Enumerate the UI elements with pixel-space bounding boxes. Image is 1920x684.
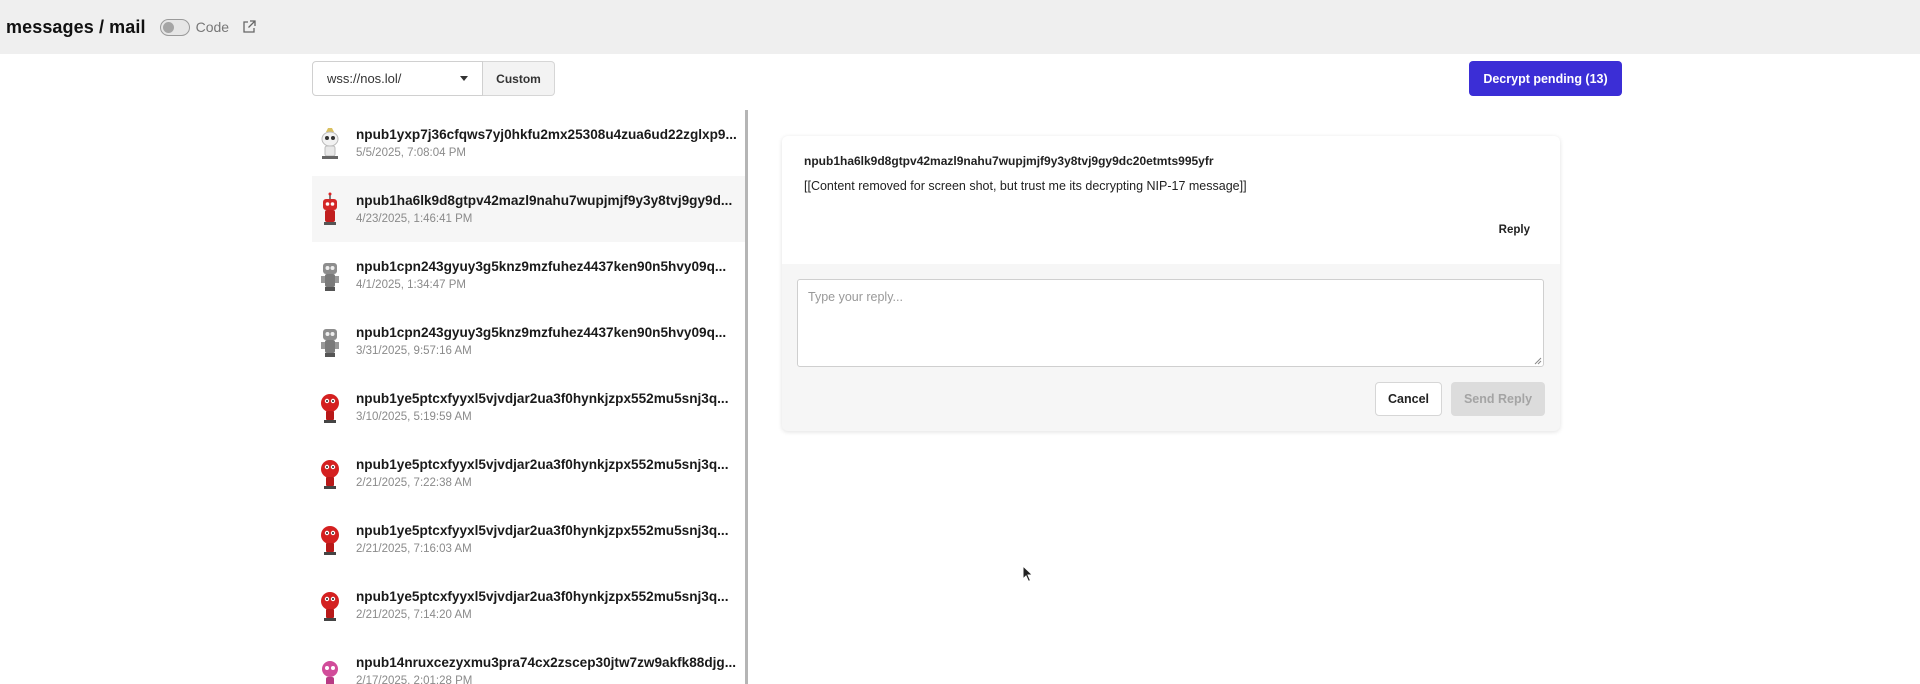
send-reply-button[interactable]: Send Reply <box>1451 382 1545 416</box>
message-date: 2/21/2025, 7:22:38 AM <box>356 477 472 489</box>
cancel-button[interactable]: Cancel <box>1375 382 1442 416</box>
message-list[interactable]: npub1yxp7j36cfqws7yj0hkfu2mx25308u4zua6u… <box>312 110 746 684</box>
avatar <box>318 456 342 492</box>
list-item[interactable]: npub1yxp7j36cfqws7yj0hkfu2mx25308u4zua6u… <box>312 110 746 176</box>
relay-select[interactable]: wss://nos.lol/ <box>312 61 483 96</box>
toggle-knob <box>162 21 174 33</box>
message-date: 2/21/2025, 7:14:20 AM <box>356 609 472 621</box>
message-date: 3/31/2025, 9:57:16 AM <box>356 345 472 357</box>
message-summary: npub1yxp7j36cfqws7yj0hkfu2mx25308u4zua6u… <box>356 126 746 160</box>
message-npub: npub1ye5ptcxfyyxl5vjvdjar2ua3f0hynkjzpx5… <box>356 523 729 538</box>
message-detail-card: npub1ha6lk9d8gtpv42mazl9nahu7wupjmjf9y3y… <box>782 136 1560 431</box>
custom-relay-button[interactable]: Custom <box>483 61 555 96</box>
message-date: 2/17/2025, 2:01:28 PM <box>356 675 473 684</box>
message-date: 2/21/2025, 7:16:03 AM <box>356 543 472 555</box>
message-npub: npub1ye5ptcxfyyxl5vjvdjar2ua3f0hynkjzpx5… <box>356 589 729 604</box>
code-toggle[interactable] <box>159 18 190 36</box>
list-item[interactable]: npub1ye5ptcxfyyxl5vjvdjar2ua3f0hynkjzpx5… <box>312 440 746 506</box>
list-item[interactable]: npub1ye5ptcxfyyxl5vjvdjar2ua3f0hynkjzpx5… <box>312 374 746 440</box>
list-item[interactable]: npub1ye5ptcxfyyxl5vjvdjar2ua3f0hynkjzpx5… <box>312 506 746 572</box>
reply-textarea[interactable] <box>797 279 1544 367</box>
message-summary: npub1cpn243gyuy3g5knz9mzfuhez4437ken90n5… <box>356 324 746 358</box>
message-summary: npub1ye5ptcxfyyxl5vjvdjar2ua3f0hynkjzpx5… <box>356 522 746 556</box>
avatar <box>318 522 342 558</box>
message-npub: npub1ye5ptcxfyyxl5vjvdjar2ua3f0hynkjzpx5… <box>356 457 729 472</box>
message-npub: npub1cpn243gyuy3g5knz9mzfuhez4437ken90n5… <box>356 259 727 274</box>
avatar <box>318 126 342 162</box>
message-content: [[Content removed for screen shot, but t… <box>804 179 1247 193</box>
message-summary: npub1ye5ptcxfyyxl5vjvdjar2ua3f0hynkjzpx5… <box>356 456 746 490</box>
message-date: 4/23/2025, 1:46:41 PM <box>356 213 473 225</box>
message-detail-body: npub1ha6lk9d8gtpv42mazl9nahu7wupjmjf9y3y… <box>782 136 1560 264</box>
message-summary: npub1ye5ptcxfyyxl5vjvdjar2ua3f0hynkjzpx5… <box>356 390 746 424</box>
code-toggle-label: Code <box>195 19 230 35</box>
message-summary: npub1ye5ptcxfyyxl5vjvdjar2ua3f0hynkjzpx5… <box>356 588 746 622</box>
avatar <box>318 654 342 684</box>
external-link-icon[interactable] <box>242 20 256 34</box>
chevron-down-icon <box>460 76 468 81</box>
message-npub: npub1yxp7j36cfqws7yj0hkfu2mx25308u4zua6u… <box>356 127 737 142</box>
message-npub: npub1ha6lk9d8gtpv42mazl9nahu7wupjmjf9y3y… <box>356 193 733 208</box>
list-item[interactable]: npub1ye5ptcxfyyxl5vjvdjar2ua3f0hynkjzpx5… <box>312 572 746 638</box>
avatar <box>318 588 342 624</box>
list-item[interactable]: npub1cpn243gyuy3g5knz9mzfuhez4437ken90n5… <box>312 308 746 374</box>
message-date: 4/1/2025, 1:34:47 PM <box>356 279 466 291</box>
avatar <box>318 258 342 294</box>
relay-select-value: wss://nos.lol/ <box>327 71 402 86</box>
list-item[interactable]: npub1ha6lk9d8gtpv42mazl9nahu7wupjmjf9y3y… <box>312 176 746 242</box>
message-date: 3/10/2025, 5:19:59 AM <box>356 411 472 423</box>
avatar <box>318 192 342 228</box>
message-date: 5/5/2025, 7:08:04 PM <box>356 147 466 159</box>
reply-button[interactable]: Reply <box>1499 224 1530 236</box>
message-sender: npub1ha6lk9d8gtpv42mazl9nahu7wupjmjf9y3y… <box>804 154 1214 168</box>
resize-grip-icon[interactable] <box>1532 355 1542 365</box>
list-scrollbar[interactable] <box>745 110 748 684</box>
top-bar: messages / mail Code <box>0 0 1920 54</box>
message-npub: npub1cpn243gyuy3g5knz9mzfuhez4437ken90n5… <box>356 325 727 340</box>
avatar <box>318 324 342 360</box>
list-item[interactable]: npub14nruxcezyxmu3pra74cx2zscep30jtw7zw9… <box>312 638 746 684</box>
decrypt-pending-button[interactable]: Decrypt pending (13) <box>1469 61 1622 96</box>
message-summary: npub1ha6lk9d8gtpv42mazl9nahu7wupjmjf9y3y… <box>356 192 746 226</box>
message-npub: npub14nruxcezyxmu3pra74cx2zscep30jtw7zw9… <box>356 655 737 670</box>
message-npub: npub1ye5ptcxfyyxl5vjvdjar2ua3f0hynkjzpx5… <box>356 391 729 406</box>
list-item[interactable]: npub1cpn243gyuy3g5knz9mzfuhez4437ken90n5… <box>312 242 746 308</box>
avatar <box>318 390 342 426</box>
app-title: messages / mail <box>6 16 146 37</box>
message-summary: npub14nruxcezyxmu3pra74cx2zscep30jtw7zw9… <box>356 654 746 684</box>
message-summary: npub1cpn243gyuy3g5knz9mzfuhez4437ken90n5… <box>356 258 746 292</box>
mouse-cursor-icon <box>1022 565 1034 583</box>
